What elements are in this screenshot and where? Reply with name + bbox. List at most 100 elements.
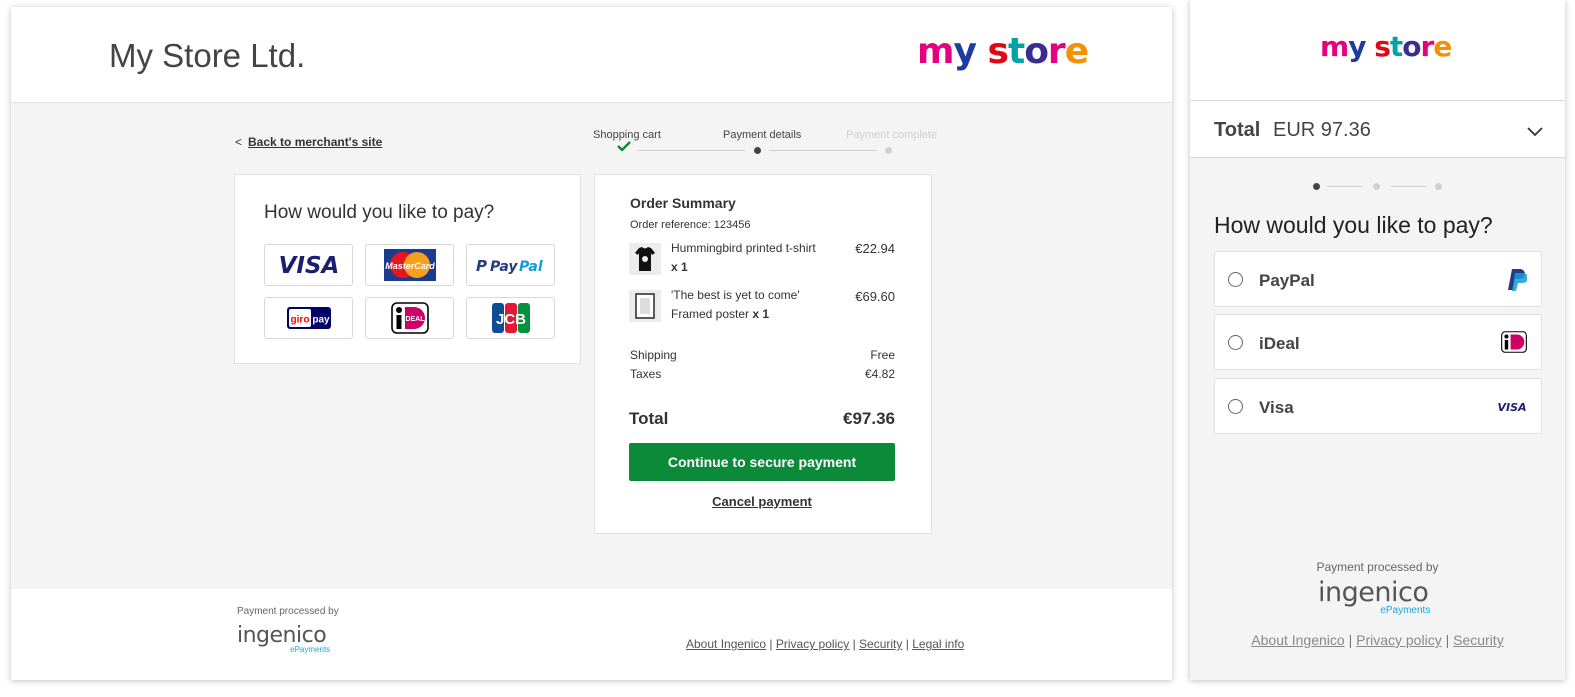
header: My Store Ltd. my store bbox=[11, 7, 1172, 103]
taxes-label: Taxes bbox=[630, 367, 662, 381]
chevron-down-icon[interactable] bbox=[1525, 121, 1545, 141]
back-to-merchant-link[interactable]: < Back to merchant's site bbox=[235, 135, 382, 149]
step-shopping-cart: Shopping cart bbox=[593, 129, 661, 141]
payment-title: How would you like to pay? bbox=[1214, 212, 1493, 238]
store-logo: my store bbox=[917, 31, 1089, 72]
back-link-label[interactable]: Back to merchant's site bbox=[248, 135, 382, 149]
poster-icon bbox=[629, 290, 661, 322]
mastercard-tile[interactable]: MasterCard bbox=[365, 244, 454, 286]
item-name: 'The best is yet to come' Framed poster … bbox=[671, 288, 800, 321]
step-dot-pending bbox=[1435, 183, 1442, 190]
processed-by-label: Payment processed by bbox=[1316, 560, 1439, 574]
svg-text:MasterCard: MasterCard bbox=[385, 261, 435, 271]
radio-button[interactable] bbox=[1228, 399, 1243, 414]
option-label: PayPal bbox=[1259, 271, 1315, 290]
continue-to-payment-button[interactable]: Continue to secure payment bbox=[629, 443, 895, 481]
footer-links: About Ingenico | Privacy policy | Securi… bbox=[686, 637, 965, 651]
svg-text:JCB: JCB bbox=[495, 311, 525, 328]
option-ideal[interactable]: iDeal bbox=[1214, 314, 1542, 370]
visa-tile[interactable]: VISA bbox=[264, 244, 353, 286]
processed-by-label: Payment processed by bbox=[237, 606, 339, 617]
step-connector bbox=[769, 150, 877, 151]
jcb-logo-icon: JCB bbox=[491, 303, 530, 333]
shipping-value: Free bbox=[870, 348, 895, 362]
taxes-value: €4.82 bbox=[864, 367, 895, 381]
epayments-wordmark: ePayments bbox=[290, 645, 331, 654]
mastercard-logo-icon: MasterCard bbox=[383, 249, 436, 281]
ingenico-logo: ingenico ePayments bbox=[1318, 577, 1430, 616]
step-dot-pending bbox=[1373, 183, 1380, 190]
step-connector bbox=[637, 150, 745, 151]
step-dot-active bbox=[754, 147, 761, 154]
step-connector bbox=[1327, 186, 1363, 187]
paypal-tile[interactable]: P Pay Pal bbox=[466, 244, 555, 286]
paypal-logo-icon: P Pay Pal bbox=[476, 257, 543, 275]
epayments-wordmark: ePayments bbox=[1380, 605, 1431, 616]
total-bar[interactable]: Total EUR 97.36 bbox=[1190, 101, 1565, 158]
desktop-checkout: My Store Ltd. my store < Back to merchant… bbox=[11, 7, 1172, 680]
legal-info-link[interactable]: Legal info bbox=[912, 637, 964, 651]
total-label: Total bbox=[1214, 119, 1261, 141]
about-ingenico-link[interactable]: About Ingenico bbox=[686, 637, 766, 651]
svg-text:iDEAL: iDEAL bbox=[403, 316, 425, 323]
order-summary-card: Order Summary Order reference: 123456 Hu… bbox=[594, 174, 932, 534]
item-price: €22.94 bbox=[855, 241, 895, 256]
about-ingenico-link[interactable]: About Ingenico bbox=[1251, 632, 1344, 648]
progress-steps: Shopping cart Payment details Payment co… bbox=[591, 129, 937, 159]
mobile-header: my store bbox=[1190, 0, 1565, 101]
check-icon bbox=[617, 141, 631, 151]
radio-button[interactable] bbox=[1228, 335, 1243, 350]
option-label: Visa bbox=[1259, 398, 1294, 417]
item-name: Hummingbird printed t-shirt x 1 bbox=[671, 241, 816, 274]
ideal-logo-icon: iDEAL bbox=[390, 302, 429, 334]
cancel-payment-link[interactable]: Cancel payment bbox=[629, 494, 895, 509]
footer-links: About Ingenico | Privacy policy | Securi… bbox=[1251, 632, 1504, 648]
order-summary-title: Order Summary bbox=[630, 195, 736, 211]
jcb-tile[interactable]: JCB bbox=[466, 297, 555, 339]
back-arrow-icon: < bbox=[235, 135, 243, 149]
progress-steps bbox=[1313, 182, 1448, 192]
paypal-icon bbox=[1508, 269, 1527, 291]
ideal-tile[interactable]: iDEAL bbox=[365, 297, 454, 339]
svg-text:giro: giro bbox=[290, 315, 309, 326]
item-price: €69.60 bbox=[855, 289, 895, 304]
store-name: My Store Ltd. bbox=[109, 37, 306, 74]
privacy-policy-link[interactable]: Privacy policy bbox=[1356, 632, 1442, 648]
ingenico-wordmark: ingenico bbox=[1318, 577, 1429, 608]
store-logo: my store bbox=[1320, 30, 1452, 63]
tshirt-icon bbox=[629, 243, 661, 275]
ingenico-logo: ingenico ePayments bbox=[237, 623, 330, 654]
option-label: iDeal bbox=[1259, 334, 1300, 353]
security-link[interactable]: Security bbox=[859, 637, 902, 651]
giropay-tile[interactable]: giro pay bbox=[264, 297, 353, 339]
svg-text:pay: pay bbox=[312, 315, 330, 326]
giropay-logo-icon: giro pay bbox=[286, 307, 331, 329]
step-payment-details: Payment details bbox=[723, 129, 802, 141]
order-reference: Order reference: 123456 bbox=[630, 219, 751, 231]
shipping-label: Shipping bbox=[630, 348, 677, 362]
option-visa[interactable]: Visa VISA bbox=[1214, 378, 1542, 434]
step-dot-pending bbox=[885, 147, 892, 154]
option-paypal[interactable]: PayPal bbox=[1214, 251, 1542, 307]
svg-text:VISA: VISA bbox=[1497, 401, 1526, 414]
footer: Payment processed by ingenico ePayments … bbox=[11, 589, 1172, 680]
svg-text:Pay: Pay bbox=[490, 259, 518, 275]
total-value: €97.36 bbox=[843, 409, 895, 428]
step-dot-active bbox=[1313, 183, 1320, 190]
privacy-policy-link[interactable]: Privacy policy bbox=[776, 637, 849, 651]
svg-text:P: P bbox=[476, 257, 487, 275]
total-value: EUR 97.36 bbox=[1273, 119, 1371, 141]
payment-method-card: How would you like to pay? VISA MasterCa… bbox=[234, 174, 581, 364]
ideal-icon bbox=[1501, 331, 1527, 353]
svg-text:Pal: Pal bbox=[519, 259, 543, 275]
step-payment-complete: Payment complete bbox=[846, 129, 938, 141]
visa-icon: VISA bbox=[1497, 401, 1526, 414]
svg-text:VISA: VISA bbox=[278, 253, 339, 278]
visa-logo-icon: VISA bbox=[278, 253, 339, 278]
payment-title: How would you like to pay? bbox=[264, 202, 495, 223]
security-link[interactable]: Security bbox=[1453, 632, 1504, 648]
total-label: Total bbox=[629, 409, 669, 428]
mobile-checkout: my store Total EUR 97.36 How would you l… bbox=[1190, 0, 1565, 680]
radio-button[interactable] bbox=[1228, 272, 1243, 287]
step-connector bbox=[1391, 186, 1427, 187]
